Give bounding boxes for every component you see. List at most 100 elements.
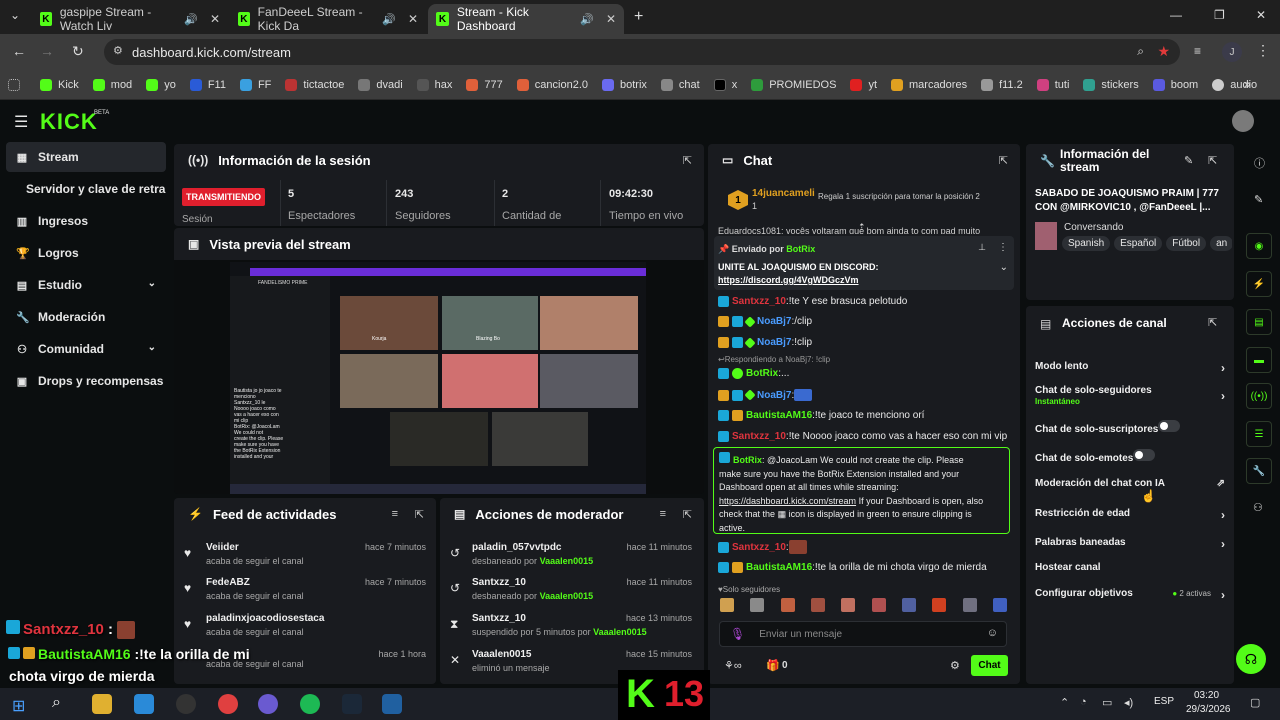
emote-icon[interactable]	[962, 598, 977, 612]
chevron-down-icon[interactable]: ⌄	[1000, 262, 1008, 273]
chat-input[interactable]: 🎙 Enviar un mensaje ☺	[719, 621, 1007, 647]
maximize-icon[interactable]: ❐	[1214, 8, 1225, 22]
category-thumbnail[interactable]	[1035, 222, 1057, 250]
discord-icon[interactable]	[258, 694, 278, 714]
banned-words-row[interactable]: Palabras baneadas ›	[1035, 537, 1225, 551]
search-icon[interactable]: ⌕	[52, 694, 61, 712]
quick-action-button[interactable]: ▤	[1246, 309, 1272, 335]
bookmark-ff[interactable]: FF	[239, 78, 271, 91]
category-name[interactable]: Conversando	[1064, 222, 1123, 233]
emote-icon[interactable]	[810, 598, 825, 612]
chat-user[interactable]: Santxzz_10	[732, 431, 786, 442]
emote-icon[interactable]	[750, 598, 765, 612]
bookmark-yt[interactable]: yt	[850, 78, 877, 91]
sidebar-item-server-key[interactable]: Servidor y clave de retransn	[6, 174, 166, 204]
chrome-icon[interactable]	[218, 694, 238, 714]
bookmark-mod[interactable]: mod	[92, 78, 132, 91]
goals-row[interactable]: Configurar objetivos ● 2 activas ›	[1035, 588, 1225, 602]
subscribers-only-toggle[interactable]	[1158, 420, 1181, 432]
bookmark-f11-2[interactable]: f11.2	[981, 78, 1023, 91]
emote-icon[interactable]	[871, 598, 886, 612]
bookmark-dvadi[interactable]: dvadi	[358, 78, 403, 91]
quick-action-button[interactable]: ◉	[1246, 233, 1272, 259]
gift-prompt[interactable]: Regala 1 suscripción para tomar la posic…	[818, 192, 1008, 201]
more-options-icon[interactable]: ⋮	[998, 242, 1008, 253]
filter-icon[interactable]: ≡	[660, 508, 666, 520]
bookmark-chat[interactable]: chat	[660, 78, 700, 91]
profile-avatar[interactable]: J	[1222, 42, 1242, 62]
apps-icon[interactable]	[8, 78, 26, 91]
chat-link[interactable]: https://dashboard.kick.com/stream	[719, 496, 856, 506]
popout-icon[interactable]: ⇱	[415, 508, 424, 521]
obs-icon[interactable]	[176, 694, 196, 714]
popout-icon[interactable]: ⇱	[999, 154, 1008, 167]
windows-start-icon[interactable]: ⊞	[12, 696, 25, 716]
emote-icon[interactable]	[841, 598, 856, 612]
quick-action-button[interactable]: ☰	[1246, 421, 1272, 447]
tray-app-icon[interactable]: ◔	[1080, 696, 1087, 708]
bookmark-kick[interactable]: Kick	[40, 78, 79, 91]
stream-preview-video[interactable]: FANDELISMO PRIME Bautista jo jo joaco te…	[230, 262, 646, 494]
language-indicator[interactable]: ESP	[1154, 696, 1174, 707]
minimize-icon[interactable]: —	[1170, 8, 1182, 22]
emoji-icon[interactable]: ☺	[987, 627, 998, 639]
file-explorer-icon[interactable]	[92, 694, 112, 714]
edge-icon[interactable]	[134, 694, 154, 714]
emote-icon[interactable]	[720, 598, 734, 612]
channel-points-icon[interactable]: ⚘∞	[724, 659, 742, 672]
clock-date[interactable]: 29/3/2026	[1186, 704, 1231, 715]
tab-gaspipe[interactable]: K gaspipe Stream - Watch Liv 🔊 ✕	[32, 4, 228, 34]
chat-user[interactable]: BautistaAM16	[746, 410, 812, 421]
chat-user[interactable]: Santxzz_10	[732, 296, 786, 307]
menu-dots-icon[interactable]: ⋮	[1256, 42, 1270, 59]
more-bookmarks-icon[interactable]: »	[1244, 77, 1251, 91]
site-info-icon[interactable]: ⚙	[113, 44, 123, 57]
chat-user[interactable]: Santxzz_10	[732, 542, 786, 553]
chat-user[interactable]: NoaBj7	[757, 337, 791, 348]
tab-kick-dashboard[interactable]: K Stream - Kick Dashboard 🔊 ✕	[428, 4, 624, 34]
hamburger-menu-icon[interactable]: ☰	[14, 112, 28, 132]
tray-chevron-icon[interactable]: ⌃	[1060, 696, 1069, 709]
bookmark-yo[interactable]: yo	[146, 78, 176, 91]
bookmark-cancion[interactable]: cancion2.0	[516, 78, 588, 91]
chat-user[interactable]: BautistaAM16	[746, 562, 812, 573]
new-tab-icon[interactable]: +	[634, 8, 643, 26]
popout-icon[interactable]: ⇱	[1208, 316, 1217, 329]
speaker-icon[interactable]: 🔊	[184, 13, 198, 26]
community-icon[interactable]: ⚇	[1253, 501, 1263, 514]
tab-fandeeel[interactable]: K FanDeeeL Stream - Kick Da 🔊 ✕	[230, 4, 426, 34]
tag-chip[interactable]: Spanish	[1062, 236, 1111, 251]
tag-chip[interactable]: an	[1210, 236, 1232, 251]
emote-icon[interactable]	[901, 598, 916, 612]
popout-icon[interactable]: ⇱	[1208, 154, 1217, 167]
steam-icon[interactable]	[342, 694, 362, 714]
bookmark-marcadores[interactable]: marcadores	[891, 78, 967, 91]
chat-user[interactable]: NoaBj7	[757, 316, 791, 327]
emotes-only-toggle[interactable]	[1133, 449, 1156, 461]
bookmark-tuti[interactable]: tuti	[1036, 78, 1069, 91]
support-button[interactable]: ☊	[1236, 644, 1266, 674]
ai-moderation-row[interactable]: Moderación del chat con IA ⇗	[1035, 478, 1225, 489]
emote-icon[interactable]	[932, 598, 947, 612]
reload-icon[interactable]: ↻	[72, 43, 84, 60]
followers-only-row[interactable]: Chat de solo-seguidores Instantáneo ›	[1035, 385, 1225, 406]
emote-icon[interactable]	[780, 598, 795, 612]
forward-icon[interactable]: →	[40, 43, 54, 59]
filter-icon[interactable]: ≡	[392, 508, 398, 520]
app-icon[interactable]	[382, 694, 402, 714]
bookmark-boom[interactable]: boom	[1152, 78, 1198, 91]
user-avatar[interactable]	[1232, 110, 1254, 132]
spotify-icon[interactable]	[300, 694, 320, 714]
bookmark-botrix[interactable]: botrix	[602, 78, 647, 91]
send-chat-button[interactable]: Chat	[971, 655, 1008, 676]
clock-time[interactable]: 03:20	[1194, 690, 1219, 701]
network-icon[interactable]: ▭	[1102, 696, 1112, 709]
sidebar-item-studio[interactable]: ▤ Estudio ⌄	[6, 270, 166, 300]
chat-user[interactable]: BotRix	[746, 368, 778, 379]
close-icon[interactable]: ✕	[210, 12, 220, 26]
speaker-icon[interactable]: 🔊	[382, 13, 396, 26]
age-restriction-row[interactable]: Restricción de edad ›	[1035, 508, 1225, 522]
close-icon[interactable]: ✕	[606, 12, 616, 26]
bookmark-star-icon[interactable]: ★	[1157, 43, 1170, 60]
bookmark-stickers[interactable]: stickers	[1083, 78, 1139, 91]
